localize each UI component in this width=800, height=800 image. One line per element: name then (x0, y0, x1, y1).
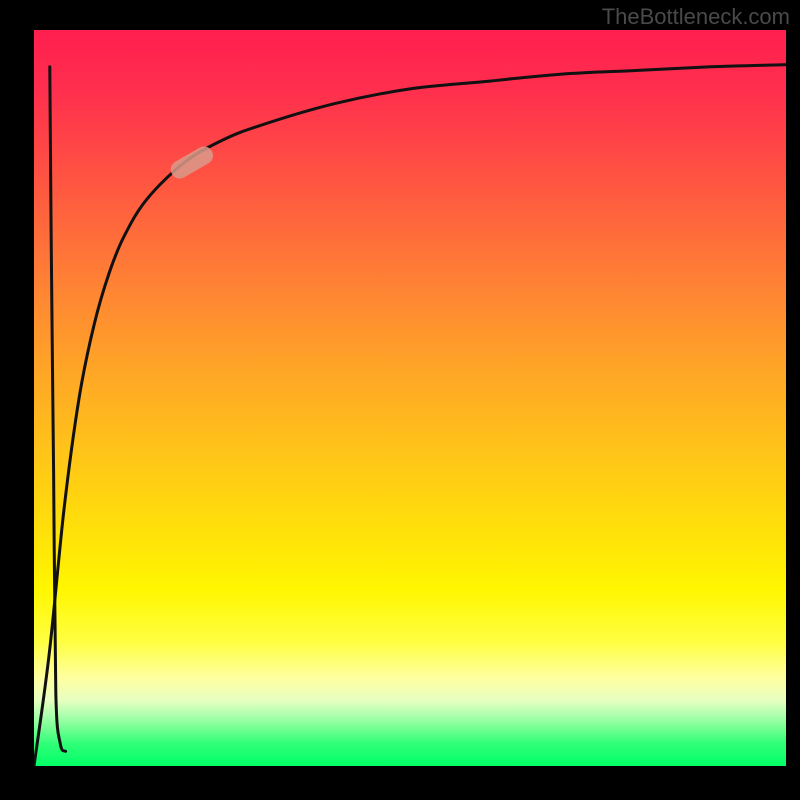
plot-area (34, 30, 786, 766)
chart-svg (34, 30, 786, 766)
main-curve (34, 65, 786, 766)
left-spike-curve (50, 67, 66, 752)
data-point-marker (167, 143, 216, 182)
watermark-text: TheBottleneck.com (602, 4, 790, 30)
